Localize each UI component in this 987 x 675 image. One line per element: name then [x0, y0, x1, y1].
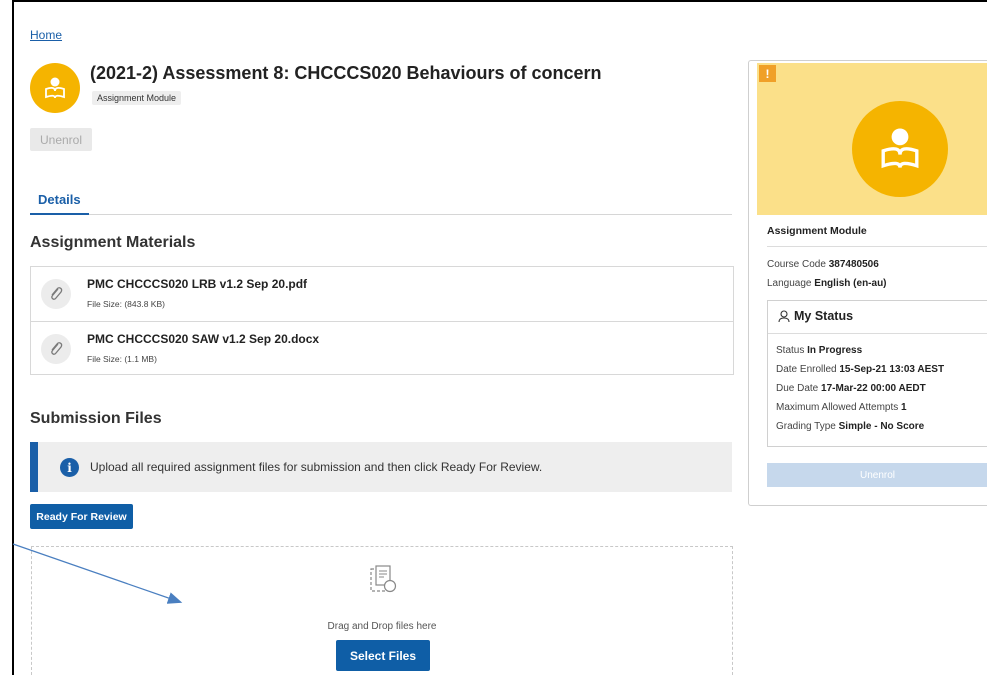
reader-book-icon: [852, 101, 948, 197]
list-item[interactable]: PMC CHCCCS020 SAW v1.2 Sep 20.docx File …: [31, 321, 733, 375]
grading-type-value: Simple - No Score: [838, 421, 925, 432]
materials-list: PMC CHCCCS020 LRB v1.2 Sep 20.pdf File S…: [30, 266, 734, 375]
due-date-label: Due Date: [776, 383, 819, 394]
due-date-value: 17-Mar-22 00:00 AEDT: [821, 383, 926, 394]
select-files-button[interactable]: Select Files: [336, 640, 430, 671]
date-enrolled-row: Date Enrolled 15-Sep-21 13:03 AEST: [776, 364, 944, 375]
paperclip-icon: [41, 279, 71, 309]
status-row: Status In Progress: [776, 345, 862, 356]
reader-book-icon: [45, 77, 65, 99]
attempts-label: Maximum Allowed Attempts: [776, 402, 899, 413]
module-summary-card: ! Assignment Module Course Code 38748050…: [748, 60, 987, 506]
info-text: Upload all required assignment files for…: [90, 460, 543, 474]
card-unenrol-button[interactable]: Unenrol: [767, 463, 987, 487]
file-name[interactable]: PMC CHCCCS020 SAW v1.2 Sep 20.docx: [87, 332, 319, 346]
module-icon: [30, 63, 80, 113]
assignment-materials-heading: Assignment Materials: [30, 234, 196, 251]
file-upload-icon: [370, 565, 397, 593]
module-type-chip: Assignment Module: [92, 91, 182, 105]
ready-for-review-button[interactable]: Ready For Review: [30, 504, 133, 529]
info-banner: i Upload all required assignment files f…: [30, 442, 732, 492]
tab-details[interactable]: Details: [30, 188, 89, 215]
paperclip-icon: [41, 334, 71, 364]
course-code-row: Course Code 387480506: [767, 259, 879, 270]
file-drop-zone[interactable]: Drag and Drop files here Select Files: [31, 546, 733, 675]
grading-type-row: Grading Type Simple - No Score: [776, 421, 924, 432]
course-code-label: Course Code: [767, 259, 826, 270]
tab-bar: Details: [30, 188, 732, 215]
language-value: English (en-au): [814, 278, 887, 289]
divider: [768, 333, 987, 334]
status-label: Status: [776, 345, 805, 356]
card-banner: !: [757, 63, 987, 215]
breadcrumb-home-link[interactable]: Home: [30, 28, 62, 42]
info-icon: i: [60, 458, 79, 477]
date-enrolled-value: 15-Sep-21 13:03 AEST: [839, 364, 945, 375]
list-item[interactable]: PMC CHCCCS020 LRB v1.2 Sep 20.pdf File S…: [31, 267, 733, 321]
date-enrolled-label: Date Enrolled: [776, 364, 837, 375]
language-row: Language English (en-au): [767, 278, 887, 289]
my-status-panel: My Status Status In Progress Date Enroll…: [767, 300, 987, 447]
status-value: In Progress: [807, 345, 863, 356]
file-size: File Size: (1.1 MB): [87, 354, 157, 364]
course-code-value: 387480506: [828, 259, 879, 270]
language-label: Language: [767, 278, 812, 289]
drop-instruction: Drag and Drop files here: [327, 621, 437, 632]
grading-type-label: Grading Type: [776, 421, 836, 432]
submission-files-heading: Submission Files: [30, 410, 162, 427]
user-icon: [778, 309, 790, 322]
page-title: (2021-2) Assessment 8: CHCCCS020 Behavio…: [90, 63, 602, 83]
attempts-row: Maximum Allowed Attempts 1: [776, 402, 907, 413]
unenrol-button[interactable]: Unenrol: [30, 128, 92, 151]
alert-flag-icon: !: [759, 65, 776, 82]
card-module-type: Assignment Module: [767, 225, 867, 237]
file-size: File Size: (843.8 KB): [87, 299, 165, 309]
attempts-value: 1: [901, 402, 907, 413]
file-name[interactable]: PMC CHCCCS020 LRB v1.2 Sep 20.pdf: [87, 277, 307, 291]
my-status-title: My Status: [794, 309, 854, 323]
my-status-heading: My Status: [778, 309, 853, 323]
divider: [767, 246, 987, 247]
due-date-row: Due Date 17-Mar-22 00:00 AEDT: [776, 383, 926, 394]
